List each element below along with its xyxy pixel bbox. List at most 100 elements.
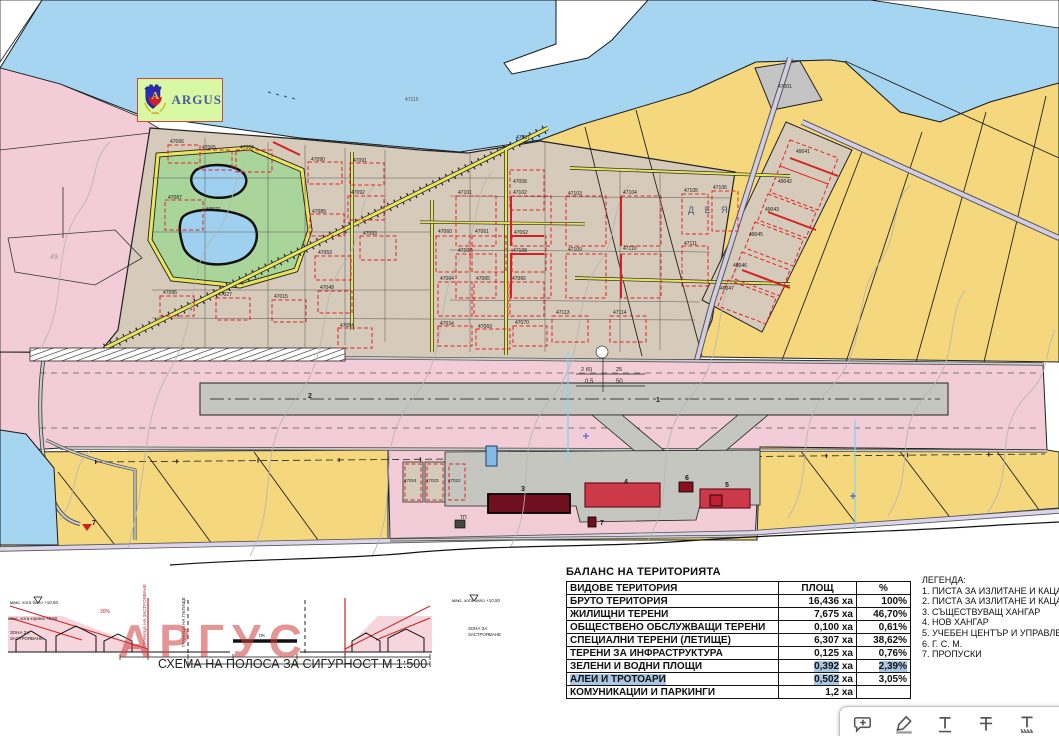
parcel-number: 47110: [623, 246, 637, 252]
gsm-building: [679, 482, 693, 492]
parcel-number: 47065: [476, 276, 490, 282]
new-hangar: [585, 483, 660, 507]
parcel-number: 47061: [475, 229, 489, 235]
parcel-number: 49047: [720, 286, 734, 292]
legend-item: 2. ПИСТА ЗА ИЗЛИТАНЕ И КАЦАНЕ: [922, 596, 1059, 607]
parcel-number: 47015: [274, 294, 288, 300]
parcel-number: 47090: [311, 157, 325, 163]
parcel-number: 47024: [404, 478, 417, 483]
dimension-label: 2 (6): [581, 367, 592, 373]
legend-item: 6. Г. С. М.: [922, 639, 1059, 650]
parcel-number: 47064: [240, 145, 254, 151]
parcel-number: 47111: [684, 241, 697, 247]
schema-note: ЗАСТРОЯВАНЕ: [468, 632, 501, 637]
schema-note: макс. кота било +10,50: [10, 600, 58, 605]
strikethrough-text-icon[interactable]: [976, 714, 996, 734]
parcel-number: 47113: [556, 310, 570, 316]
building-blue: [486, 446, 497, 466]
parcel-number: 47070: [515, 320, 529, 326]
argus-shield-icon: A: [143, 83, 167, 117]
embankment-hatch: [30, 348, 345, 361]
parcel-number: 47060: [438, 229, 452, 235]
parcel-number: 47027: [218, 292, 232, 298]
dimension-label: 0,5: [585, 379, 594, 385]
parcel-number: 47109: [568, 247, 582, 253]
legend-item: 4. НОВ ХАНГАР: [922, 617, 1059, 628]
runway-1-label: 1: [656, 397, 660, 404]
table-row: ТЕРЕНИ ЗА ИНФРАСТРУКТУРА 0,125 ха 0,76%: [567, 647, 911, 660]
territory-balance-table: ВИДОВЕ ТЕРИТОРИЯ ПЛОЩ % БРУТО ТЕРИТОРИЯ …: [566, 581, 911, 699]
parcel-number: 47105: [684, 188, 698, 194]
table-row: БРУТО ТЕРИТОРИЯ 16,436 ха 100%: [567, 595, 911, 608]
runway-2-label: 2: [308, 393, 312, 400]
parcel-number: 47089: [312, 209, 326, 215]
parcel-number: 47053: [318, 250, 332, 256]
dimension-label: 25: [616, 367, 622, 373]
schema-note: ЗОНА ЗА: [10, 630, 29, 635]
argus-logo-text: ARGUS: [171, 92, 222, 108]
legend-item: 1. ПИСТА ЗА ИЗЛИТАНЕ И КАЦАНЕ: [922, 586, 1059, 597]
building-7-label: 7: [600, 520, 604, 527]
pond-lower: [180, 210, 257, 264]
building-4-label: 4: [624, 479, 628, 486]
legend-title: ЛЕГЕНДА:: [922, 575, 1059, 586]
building-5-label: 5: [725, 482, 729, 489]
schema-note: ЗОНА ЗА: [468, 626, 487, 631]
legend-item: 3. СЪЩЕСТВУВАЩ ХАНГАР: [922, 607, 1059, 618]
svg-text:A: A: [152, 91, 160, 102]
schema-caption: СХЕМА НА ПОЛОСА ЗА СИГУРНОСТ М 1:500: [158, 657, 427, 671]
schema-note: макс. кота било +10,50: [452, 598, 500, 603]
parcel-number: 47114: [613, 310, 627, 316]
parcel-number: 47103: [568, 191, 582, 197]
parcel-number: 47064: [440, 276, 454, 282]
green-area: [150, 148, 310, 286]
substation-label: ТП: [460, 515, 467, 521]
underline-text-icon[interactable]: [935, 714, 955, 734]
legend-item: 5. УЧЕБЕН ЦЕНТЪР И УПРАВЛЕНИЕ: [922, 628, 1059, 639]
parcel-number: 47093: [363, 231, 377, 237]
checkpoint-building: [588, 517, 596, 527]
parcel-number: 47069: [478, 324, 492, 330]
col-header-types: ВИДОВЕ ТЕРИТОРИЯ: [567, 582, 779, 595]
table-row: АЛЕИ И ТРОТОАРИ 0,502 ха 3,05%: [567, 673, 911, 686]
building-3-label: 3: [521, 486, 525, 493]
substation: [455, 520, 465, 528]
add-comment-icon[interactable]: [853, 714, 873, 734]
parcel-number: 47054: [340, 323, 354, 329]
parcel-number: 47022: [448, 478, 461, 483]
parcel-number: 49041: [796, 149, 810, 155]
table-title: БАЛАНС НА ТЕРИТОРИЯТА: [566, 566, 911, 578]
water-parcel-number: 47115: [405, 97, 419, 103]
table-header-row: ВИДОВЕ ТЕРИТОРИЯ ПЛОЩ %: [567, 582, 911, 595]
schema-note: макс. кота корниз +8,50: [8, 616, 58, 621]
parcel-number: 47077: [206, 207, 220, 213]
parcel-number: 47101: [458, 190, 472, 196]
parcel-number: 47023: [426, 478, 439, 483]
squiggly-underline-icon[interactable]: [1017, 714, 1037, 734]
argus-logo: A ARGUS: [137, 78, 223, 122]
parcel-number: 47102: [513, 190, 527, 196]
checkpoint-7-label: 7: [92, 520, 96, 527]
parcel-number: 47104: [623, 190, 637, 196]
parcel-number: 47091: [353, 158, 367, 164]
parcel-number: 47087: [168, 195, 182, 201]
schema-note: ЗАСТРОЯВАНЕ: [10, 636, 43, 641]
legend-item: 7. ПРОПУСКИ: [922, 649, 1059, 660]
highlighter-icon[interactable]: [894, 714, 914, 734]
level-marks: [34, 595, 478, 603]
parcel-number: 47057: [516, 135, 530, 141]
pdf-plan-page: 4711547001470574706647065470644709047091…: [0, 0, 1059, 736]
table-row: ЗЕЛЕНИ И ВОДНИ ПЛОЩИ 0,392 ха 2,39%: [567, 660, 911, 673]
table-row: ЖИЛИЩНИ ТЕРЕНИ 7,675 ха 46,70%: [567, 608, 911, 621]
existing-hangar: [488, 494, 570, 513]
area-label-deya: Д Е Я: [688, 205, 732, 215]
parcel-number: 47066: [170, 139, 184, 145]
territory-balance: БАЛАНС НА ТЕРИТОРИЯТА ВИДОВЕ ТЕРИТОРИЯ П…: [566, 566, 911, 699]
col-header-pct: %: [857, 582, 911, 595]
legend: ЛЕГЕНДА: 1. ПИСТА ЗА ИЗЛИТАНЕ И КАЦАНЕ 2…: [922, 575, 1059, 660]
table-row: СПЕЦИАЛНИ ТЕРЕНИ (ЛЕТИЩЕ) 6,307 ха 38,62…: [567, 634, 911, 647]
parcel-number: 49046: [733, 263, 747, 269]
parcel-number: 47108: [513, 248, 527, 254]
training-center: [700, 489, 750, 508]
parcel-number: 47062: [514, 230, 528, 236]
